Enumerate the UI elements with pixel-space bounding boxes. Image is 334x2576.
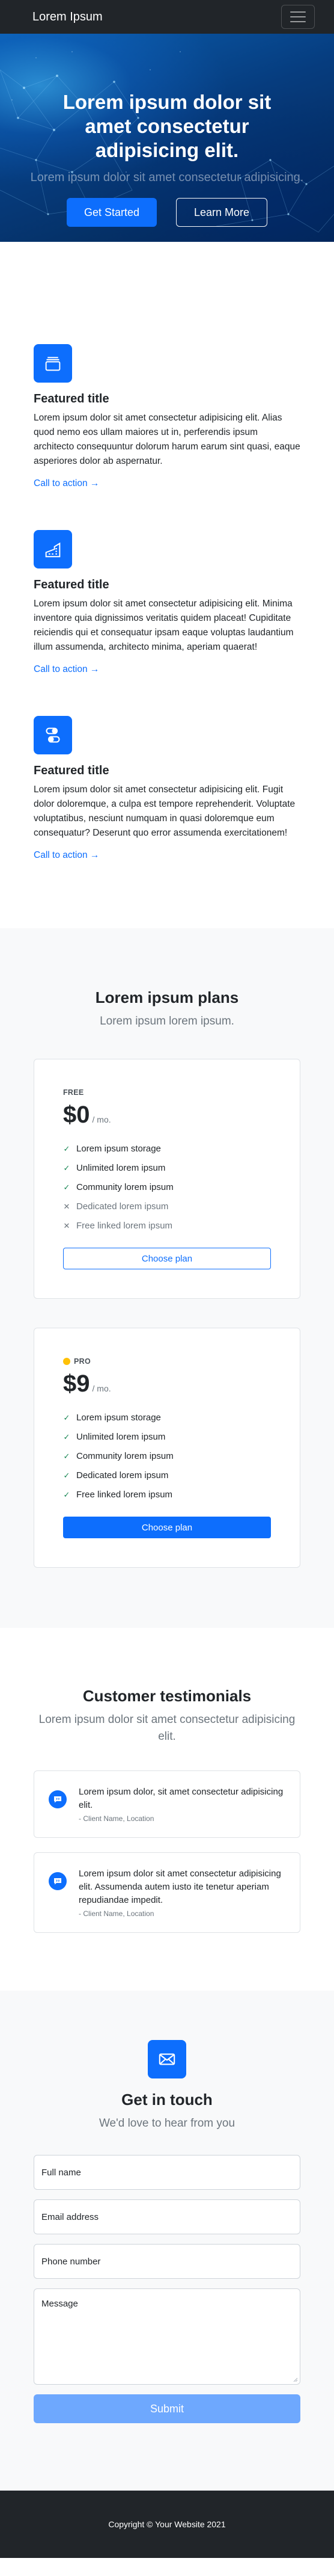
hero-section: Lorem ipsum dolor sit amet consectetur a… (0, 34, 334, 242)
call-to-action-link[interactable]: Call to action → (34, 850, 99, 861)
check-icon: ✓ (63, 1452, 70, 1461)
pricing-subtitle: Lorem ipsum lorem ipsum. (100, 1015, 234, 1028)
feature-title: Featured title (34, 764, 109, 777)
chat-quote-icon (49, 1872, 67, 1890)
check-icon: ✓ (63, 1183, 70, 1192)
check-icon: ✓ (63, 1163, 70, 1172)
message-label: Message (41, 2299, 78, 2309)
plan-feature: ✕ Dedicated lorem ipsum (63, 1197, 271, 1216)
feature-item: Featured title Lorem ipsum dolor sit ame… (34, 716, 300, 861)
plan-feature-list: ✓ Lorem ipsum storage ✓ Unlimited lorem ip… (63, 1408, 271, 1505)
feature-text: Lorem ipsum dolor sit amet consectetur a… (34, 784, 296, 838)
feature-item: Featured title Lorem ipsum dolor sit ame… (34, 344, 300, 489)
pricing-section: Lorem ipsum plans Lorem ipsum lorem ipsu… (0, 928, 334, 1628)
plan-tier: FREE (63, 1088, 84, 1097)
plan-price: $0 (63, 1102, 90, 1128)
hero-title: Lorem ipsum dolor sit amet consectetur a… (62, 91, 272, 161)
toggles-icon (34, 716, 72, 754)
plan-feature: ✓ Community lorem ipsum (63, 1447, 271, 1466)
building-icon (34, 530, 72, 569)
plan-feature: ✓ Lorem ipsum storage (63, 1139, 271, 1159)
feature-title: Featured title (34, 578, 109, 591)
check-icon: ✓ (63, 1413, 70, 1422)
check-icon: ✓ (63, 1432, 70, 1441)
x-icon: ✕ (63, 1221, 70, 1230)
feature-item: Featured title Lorem ipsum dolor sit ame… (34, 530, 300, 675)
collection-icon (34, 344, 72, 383)
call-to-action-link[interactable]: Call to action → (34, 478, 99, 489)
footer: Copyright © Your Website 2021 (0, 2491, 334, 2558)
plan-card-pro: PRO $9 / mo. ✓ Lorem ipsum storage ✓ Unlim… (34, 1328, 300, 1568)
chat-quote-icon (49, 1790, 67, 1808)
feature-text: Lorem ipsum dolor sit amet consectetur a… (34, 599, 294, 652)
contact-title: Get in touch (121, 2091, 213, 2109)
plan-period: / mo. (92, 1384, 111, 1393)
plan-card-free: FREE $0 / mo. ✓ Lorem ipsum storage ✓ Unli… (34, 1059, 300, 1299)
navbar-brand[interactable]: Lorem Ipsum (32, 10, 103, 24)
submit-button[interactable]: Submit (34, 2394, 300, 2423)
check-icon: ✓ (63, 1490, 70, 1499)
get-started-button[interactable]: Get Started (67, 198, 157, 227)
plan-feature: ✓ Unlimited lorem ipsum (63, 1428, 271, 1447)
testimonials-section: Customer testimonials Lorem ipsum dolor … (0, 1628, 334, 1991)
testimonial-text: Lorem ipsum dolor sit amet consectetur a… (79, 1869, 281, 1905)
check-icon: ✓ (63, 1144, 70, 1153)
testimonial-author: - Client Name, Location (79, 1909, 154, 1918)
email-field[interactable]: Email address (34, 2199, 300, 2234)
pricing-title: Lorem ipsum plans (95, 988, 239, 1006)
call-to-action-link[interactable]: Call to action → (34, 664, 99, 675)
choose-plan-button[interactable]: Choose plan (63, 1517, 271, 1538)
plan-feature: ✓ Unlimited lorem ipsum (63, 1159, 271, 1178)
testimonial-text: Lorem ipsum dolor, sit amet consectetur … (79, 1787, 284, 1810)
resize-grip-icon[interactable] (292, 2376, 298, 2382)
learn-more-button[interactable]: Learn More (176, 198, 267, 227)
star-icon (63, 1358, 70, 1365)
choose-plan-button[interactable]: Choose plan (63, 1248, 271, 1269)
feature-title: Featured title (34, 392, 109, 405)
hamburger-icon[interactable] (281, 5, 315, 29)
plan-feature-list: ✓ Lorem ipsum storage ✓ Unlimited lorem ip… (63, 1139, 271, 1236)
full-name-field[interactable]: Full name (34, 2155, 300, 2190)
contact-form: Full name Email address Phone number Mes… (34, 2155, 300, 2423)
x-icon: ✕ (63, 1202, 70, 1211)
testimonial-card: Lorem ipsum dolor, sit amet consectetur … (34, 1770, 300, 1838)
check-icon: ✓ (63, 1471, 70, 1480)
plan-feature: ✓ Community lorem ipsum (63, 1178, 271, 1197)
copyright-text: Copyright © Your Website 2021 (108, 2519, 226, 2529)
plan-feature: ✕ Free linked lorem ipsum (63, 1216, 271, 1236)
testimonials-title: Customer testimonials (82, 1687, 252, 1705)
plan-feature: ✓ Free linked lorem ipsum (63, 1485, 271, 1505)
hero-subtitle: Lorem ipsum dolor sit amet consectetur a… (30, 171, 304, 184)
envelope-icon (148, 2040, 186, 2078)
navbar: Lorem Ipsum (0, 0, 334, 34)
features-section: Featured title Lorem ipsum dolor sit ame… (0, 242, 334, 928)
plan-tier: PRO (63, 1357, 271, 1366)
phone-field[interactable]: Phone number (34, 2244, 300, 2279)
contact-section: Get in touch We'd love to hear from you … (0, 1991, 334, 2491)
message-field[interactable]: Message (34, 2288, 300, 2385)
testimonial-card: Lorem ipsum dolor sit amet consectetur a… (34, 1852, 300, 1933)
plan-feature: ✓ Dedicated lorem ipsum (63, 1466, 271, 1485)
testimonial-author: - Client Name, Location (79, 1814, 154, 1823)
plan-price: $9 (63, 1370, 90, 1397)
plan-period: / mo. (92, 1115, 111, 1124)
testimonials-subtitle: Lorem ipsum dolor sit amet consectetur a… (38, 1713, 296, 1743)
feature-text: Lorem ipsum dolor sit amet consectetur a… (34, 413, 300, 466)
plan-feature: ✓ Lorem ipsum storage (63, 1408, 271, 1428)
contact-subtitle: We'd love to hear from you (99, 2117, 235, 2130)
